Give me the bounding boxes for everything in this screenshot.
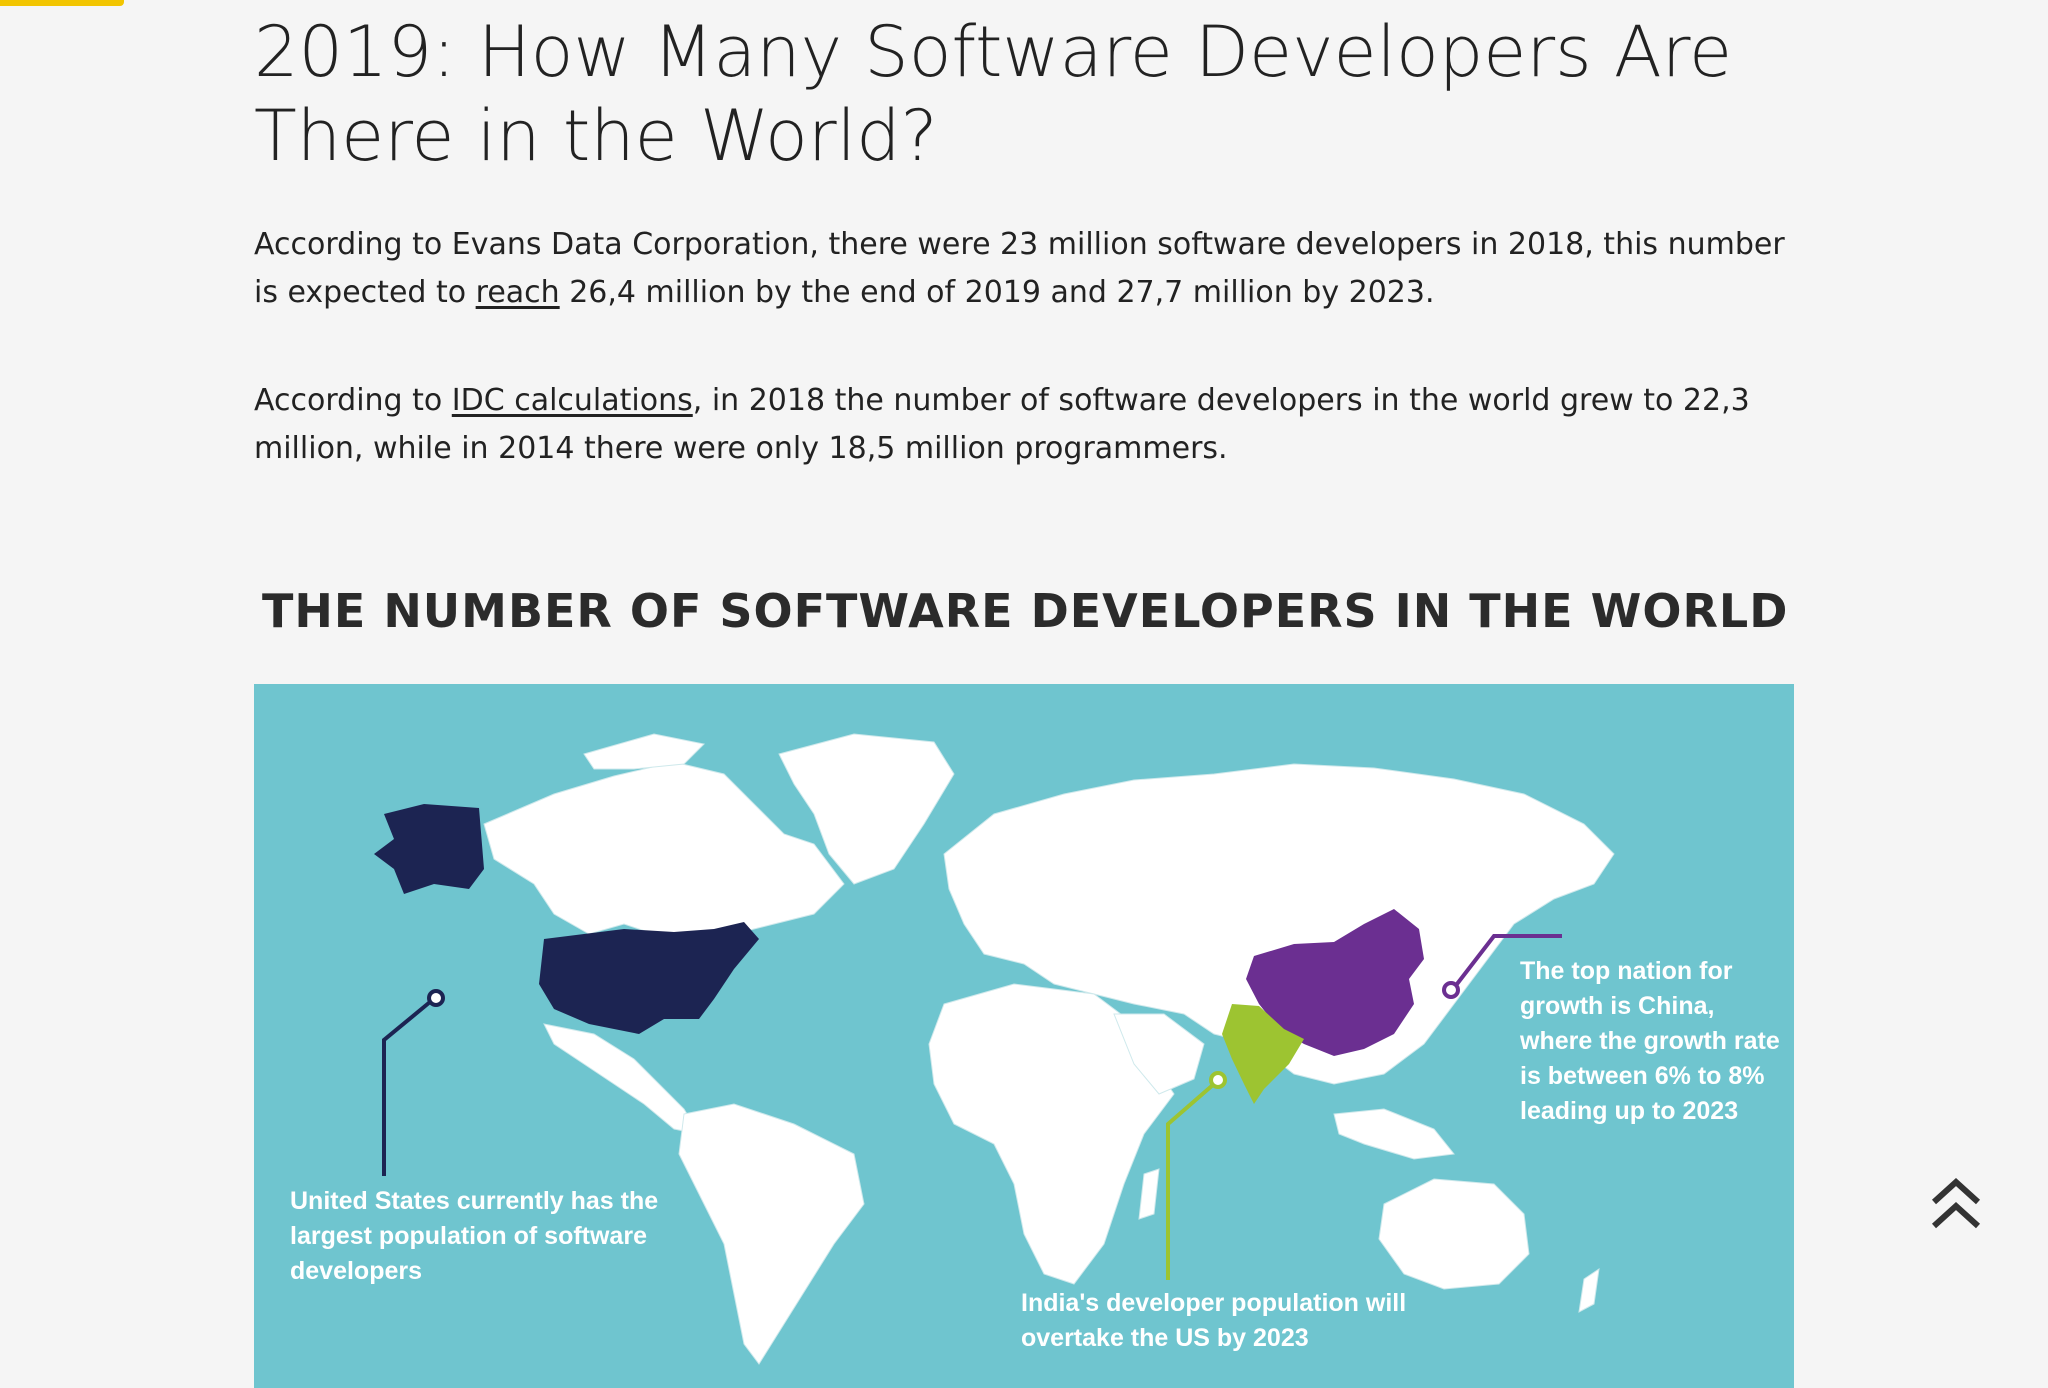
land-australia	[1378, 1178, 1530, 1290]
double-chevron-up-icon	[1931, 1177, 1981, 1229]
idc-calculations-link[interactable]: IDC calculations	[452, 383, 693, 418]
page-title: 2019: How Many Software Developers Are T…	[254, 11, 1733, 177]
land-south-america	[678, 1103, 865, 1365]
land-arctic-islands	[583, 733, 706, 770]
land-mexico-central-america	[543, 1023, 701, 1135]
india-callout-dot	[1209, 1071, 1227, 1089]
paragraph-evans-data: According to Evans Data Corporation, the…	[254, 221, 1814, 317]
us-callout-dot	[427, 989, 445, 1007]
china-callout-dot	[1442, 981, 1460, 999]
india-callout-line	[1166, 1082, 1216, 1280]
land-new-zealand	[1578, 1267, 1600, 1313]
country-alaska	[374, 804, 484, 894]
accent-bar	[0, 0, 124, 6]
us-callout-text: United States currently has the largest …	[290, 1187, 659, 1285]
land-southeast-asia-islands	[1333, 1108, 1455, 1160]
paragraph-text: 26,4 million by the end of 2019 and 27,7…	[559, 275, 1435, 310]
land-canada	[483, 761, 845, 947]
scroll-to-top-button[interactable]	[1926, 1176, 1986, 1232]
world-map-infographic: United States currently has the largest …	[254, 684, 1794, 1388]
china-callout-text: The top nation for growth is China, wher…	[1520, 957, 1780, 1125]
us-callout-line	[382, 1000, 432, 1176]
paragraph-text: According to	[254, 383, 452, 418]
paragraph-idc: According to IDC calculations, in 2018 t…	[254, 377, 1814, 473]
land-madagascar	[1138, 1168, 1160, 1220]
reach-link[interactable]: reach	[476, 275, 560, 310]
country-usa	[539, 922, 759, 1034]
india-callout-text: India's developer population will overta…	[1021, 1289, 1407, 1352]
infographic-title: THE NUMBER OF SOFTWARE DEVELOPERS IN THE…	[262, 584, 1789, 638]
